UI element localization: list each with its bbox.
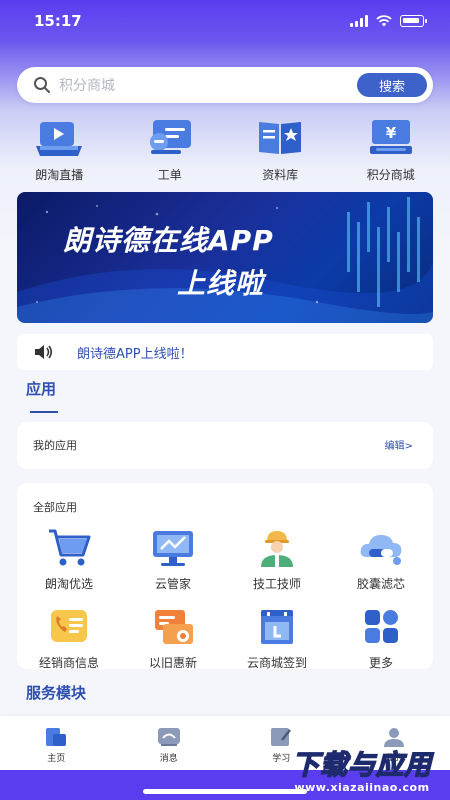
- app-label: 以旧惠新: [148, 656, 197, 670]
- watermark-title: 下载与应用: [291, 749, 432, 781]
- trade-in-icon: [155, 610, 193, 644]
- svg-text:¥: ¥: [386, 124, 397, 142]
- app-label: 朗淘优选: [44, 577, 93, 591]
- tab-label: 消息: [159, 754, 178, 764]
- my-apps-card: 我的应用 编辑>: [17, 422, 433, 469]
- app-trade-in[interactable]: 以旧惠新: [121, 606, 225, 671]
- banner-title: 朗诗德在线APP: [63, 224, 274, 257]
- all-apps-title: 全部应用: [33, 501, 77, 514]
- search-input[interactable]: 积分商城: [59, 75, 357, 95]
- section-title-services: 服务模块: [26, 684, 87, 702]
- battery-icon: [400, 15, 427, 27]
- dealer-info-icon: [51, 610, 87, 642]
- app-label: 技工技师: [252, 577, 301, 591]
- app-label: 云管家: [154, 577, 191, 591]
- capsule-filter-icon: [360, 535, 402, 565]
- message-icon: [157, 728, 180, 746]
- section-underline: [30, 411, 58, 413]
- cellular-signal-icon: [350, 15, 368, 27]
- tab-label: 主页: [47, 754, 66, 764]
- banner-subtitle: 上线啦: [177, 267, 265, 300]
- app-label: 胶囊滤芯: [356, 577, 405, 591]
- watermark-logo: 下载与应用 www.xiazaiinao.com: [274, 744, 450, 800]
- app-cloud-steward[interactable]: 云管家: [121, 527, 225, 592]
- quick-nav-label: 工单: [157, 168, 182, 182]
- quick-nav: 朗淘直播 工单 资料库 ¥ 积分商城: [0, 116, 450, 183]
- app-langtao-select[interactable]: 朗淘优选: [17, 527, 121, 592]
- status-time: 15:17: [34, 12, 82, 30]
- section-title-apps: 应用: [26, 380, 57, 398]
- notice-text: 朗诗德APP上线啦！: [77, 346, 193, 362]
- tab-messages[interactable]: 消息: [119, 726, 219, 764]
- status-icons: [350, 15, 427, 27]
- quick-nav-points-mall[interactable]: ¥ 积分商城: [341, 116, 441, 183]
- app-dealer-info[interactable]: 经销商信息: [17, 606, 121, 671]
- quick-nav-live[interactable]: 朗淘直播: [9, 116, 109, 183]
- watermark-url: www.xiazaiinao.com: [294, 780, 430, 794]
- tab-home[interactable]: 主页: [6, 726, 106, 764]
- quick-nav-label: 朗淘直播: [35, 168, 84, 182]
- wifi-icon: [376, 15, 392, 27]
- app-capsule-filter[interactable]: 胶囊滤芯: [329, 527, 433, 592]
- technician-icon: [261, 531, 293, 567]
- edit-my-apps-link[interactable]: 编辑>: [385, 437, 413, 452]
- status-bar: 15:17: [0, 0, 450, 42]
- quick-nav-work-order[interactable]: 工单: [120, 116, 220, 183]
- search-bar[interactable]: 积分商城 搜索: [17, 67, 433, 103]
- search-button[interactable]: 搜索: [357, 73, 427, 97]
- home-icon: [46, 728, 67, 746]
- all-apps-card: 全部应用 朗淘优选 云管家 技工技师 胶囊滤芯 经销商信息 以旧惠新 云商城签到…: [17, 483, 433, 671]
- promo-banner[interactable]: 朗诗德在线APP 上线啦: [17, 192, 433, 323]
- notice-bar[interactable]: 朗诗德APP上线啦！: [17, 334, 433, 370]
- app-label: 云商城签到: [246, 656, 307, 670]
- app-label: 经销商信息: [38, 656, 99, 670]
- search-icon: [34, 77, 50, 93]
- work-order-icon: [149, 120, 191, 154]
- quick-nav-label: 积分商城: [366, 168, 415, 182]
- cloud-monitor-icon: [153, 531, 193, 566]
- more-grid-icon: [365, 610, 398, 643]
- speaker-icon: [35, 345, 53, 359]
- quick-nav-label: 资料库: [262, 168, 299, 182]
- quick-nav-library[interactable]: 资料库: [230, 116, 330, 183]
- app-mall-checkin[interactable]: 云商城签到: [225, 606, 329, 671]
- app-label: 更多: [368, 656, 393, 670]
- checkin-calendar-icon: [261, 610, 293, 644]
- my-apps-title: 我的应用: [33, 439, 77, 452]
- app-more[interactable]: 更多: [329, 606, 433, 671]
- shopping-cart-icon: [49, 529, 91, 566]
- all-apps-grid: 朗淘优选 云管家 技工技师 胶囊滤芯 经销商信息 以旧惠新 云商城签到 更多: [17, 527, 433, 671]
- points-mall-icon: ¥: [369, 120, 412, 154]
- live-stream-icon: [36, 122, 83, 156]
- app-technician[interactable]: 技工技师: [225, 527, 329, 592]
- library-book-icon: [259, 122, 302, 154]
